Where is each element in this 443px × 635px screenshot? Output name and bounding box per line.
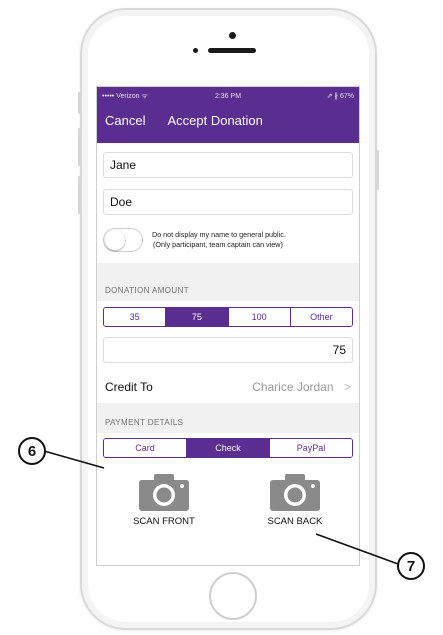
page-title: Accept Donation xyxy=(167,112,263,128)
volume-up-button xyxy=(78,128,81,166)
scan-back-button[interactable]: SCAN BACK xyxy=(267,472,323,527)
payment-method-selector: Card Check PayPal xyxy=(103,438,353,458)
sensor-dot xyxy=(193,48,198,53)
time-label: 2:36 PM xyxy=(214,92,242,100)
chevron-right-icon: > xyxy=(343,380,351,394)
scan-front-button[interactable]: SCAN FRONT xyxy=(133,472,195,527)
payment-option-check[interactable]: Check xyxy=(187,439,270,457)
camera-icon xyxy=(138,474,189,511)
scan-buttons: SCAN FRONT SCAN BACK xyxy=(97,458,359,527)
amount-option-75[interactable]: 75 xyxy=(166,308,229,326)
first-name-field[interactable]: Jane xyxy=(103,152,353,178)
earpiece-speaker xyxy=(208,48,256,53)
section-divider-2 xyxy=(97,403,359,411)
payment-option-card[interactable]: Card xyxy=(104,439,187,457)
phone-frame: ••••• Verizon ᯤ 2:36 PM ⇗ ∦ 67% Cancel A… xyxy=(78,8,379,630)
payment-details-header: PAYMENT DETAILS xyxy=(97,411,359,433)
last-name-field[interactable]: Doe xyxy=(103,189,353,215)
section-divider xyxy=(97,263,359,279)
toggle-knob xyxy=(105,230,125,250)
home-button[interactable] xyxy=(209,572,257,620)
credit-to-value: Charice Jordan xyxy=(252,380,334,394)
privacy-row: Do not display my name to general public… xyxy=(97,224,359,256)
power-button xyxy=(376,150,379,190)
mute-switch xyxy=(78,92,81,114)
status-bar: ••••• Verizon ᯤ 2:36 PM ⇗ ∦ 67% xyxy=(97,87,359,105)
privacy-toggle[interactable] xyxy=(103,228,143,252)
privacy-text-line1: Do not display my name to general public… xyxy=(152,230,286,240)
front-camera-icon xyxy=(229,32,236,39)
nav-bar: Cancel Accept Donation xyxy=(97,105,359,135)
donation-amount-header: DONATION AMOUNT xyxy=(97,279,359,301)
donation-amount-selector: 35 75 100 Other xyxy=(103,307,353,327)
privacy-text-line2: (Only participant, team captain can view… xyxy=(153,240,283,249)
amount-input[interactable]: 75 xyxy=(103,337,353,363)
top-bar: ••••• Verizon ᯤ 2:36 PM ⇗ ∦ 67% Cancel A… xyxy=(97,87,359,143)
credit-to-row[interactable]: Credit To Charice Jordan > xyxy=(97,371,359,403)
volume-down-button xyxy=(78,176,81,214)
payment-option-paypal[interactable]: PayPal xyxy=(270,439,352,457)
scan-front-label: SCAN FRONT xyxy=(133,516,195,527)
scan-back-label: SCAN BACK xyxy=(267,516,323,527)
amount-option-other[interactable]: Other xyxy=(290,308,352,326)
app-screen: ••••• Verizon ᯤ 2:36 PM ⇗ ∦ 67% Cancel A… xyxy=(96,86,360,566)
privacy-text: Do not display my name to general public… xyxy=(152,230,286,249)
amount-option-100[interactable]: 100 xyxy=(228,308,291,326)
callout-7-badge: 7 xyxy=(397,552,425,580)
callout-6-badge: 6 xyxy=(18,437,46,465)
cancel-button[interactable]: Cancel xyxy=(105,113,145,128)
amount-option-35[interactable]: 35 xyxy=(104,308,167,326)
camera-icon xyxy=(269,474,320,511)
credit-to-label: Credit To xyxy=(105,380,153,394)
